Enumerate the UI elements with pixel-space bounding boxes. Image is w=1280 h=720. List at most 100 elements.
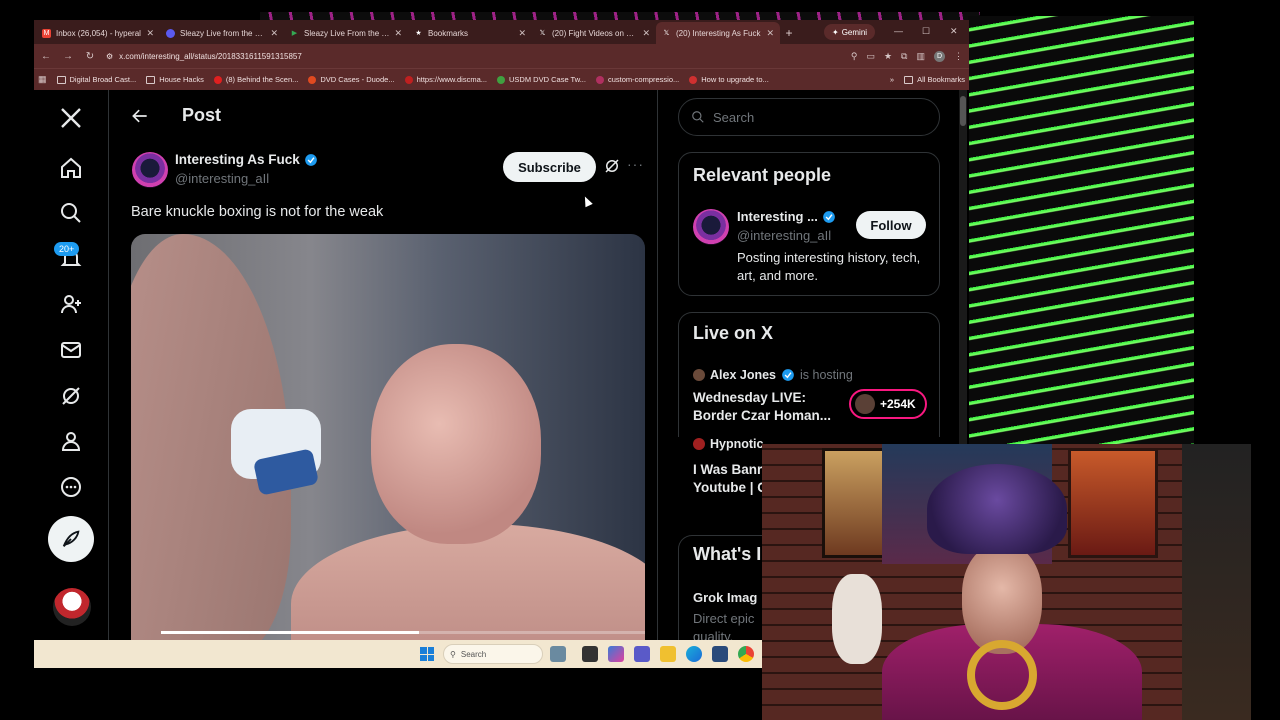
post-video[interactable]: [131, 234, 645, 640]
copilot-icon[interactable]: [608, 646, 624, 662]
widgets-icon[interactable]: [550, 646, 566, 662]
browser-tab[interactable]: Sleazy Live from the Bun ✕: [160, 22, 284, 44]
account-avatar[interactable]: [53, 588, 91, 626]
task-view-icon[interactable]: [582, 646, 598, 662]
more-bookmarks-button[interactable]: »: [890, 75, 894, 84]
explore-search-icon[interactable]: [53, 195, 89, 231]
host-status: is hosting: [800, 368, 853, 382]
gemini-button[interactable]: ✦ Gemini: [824, 24, 876, 40]
x-logo-icon[interactable]: [53, 100, 89, 136]
sidebar-icon[interactable]: ▥: [916, 51, 925, 62]
more-options-icon[interactable]: [53, 469, 89, 505]
left-nav: 20+: [34, 90, 109, 640]
video-progress-bar[interactable]: [161, 631, 645, 634]
sparkle-icon: ✦: [832, 27, 839, 37]
close-tab-icon[interactable]: ✕: [642, 28, 650, 39]
windows-start-icon[interactable]: [420, 647, 434, 661]
close-tab-icon[interactable]: ✕: [394, 28, 402, 39]
listener-avatar: [855, 394, 875, 414]
bookmark-item[interactable]: USDM DVD Case Tw...: [497, 75, 586, 84]
relevant-name[interactable]: Interesting ...: [737, 209, 836, 224]
author-avatar[interactable]: [132, 152, 168, 188]
taskbar-search[interactable]: ⚲ Search: [443, 644, 543, 664]
teams-icon[interactable]: [634, 646, 650, 662]
live-space-host[interactable]: Alex Jones is hosting: [693, 368, 853, 382]
reload-icon[interactable]: ↻: [84, 51, 96, 62]
notifications-badge: 20+: [54, 242, 80, 256]
folder-icon: [146, 75, 156, 84]
live-space-host[interactable]: Hypnotic: [693, 437, 763, 451]
tab-strip: M Inbox (26,054) - hyperal ✕ Sleazy Live…: [34, 20, 969, 44]
browser-tab[interactable]: ▶ Sleazy Live From the Bun ✕: [284, 22, 408, 44]
relevant-people-title: Relevant people: [693, 165, 832, 185]
site-icon: [404, 75, 413, 84]
tab-label: Sleazy Live From the Bun: [304, 28, 390, 38]
chrome-icon[interactable]: [738, 646, 754, 662]
bookmark-item[interactable]: Digital Broad Cast...: [56, 75, 136, 84]
bookmark-label: USDM DVD Case Tw...: [509, 75, 586, 84]
profile-avatar[interactable]: D: [934, 50, 945, 62]
forward-icon[interactable]: →: [62, 51, 74, 62]
grok-icon[interactable]: [53, 378, 89, 414]
home-icon[interactable]: [53, 150, 89, 186]
tab-label: Bookmarks: [428, 28, 469, 38]
relevant-handle[interactable]: @interesting_aIl: [737, 228, 831, 243]
menu-icon[interactable]: ⋮: [954, 51, 963, 62]
relevant-avatar[interactable]: [693, 209, 729, 245]
messages-mail-icon[interactable]: [53, 332, 89, 368]
bookmark-label: custom-compressio...: [607, 75, 680, 84]
bookmark-item[interactable]: (8) Behind the Scen...: [213, 75, 298, 84]
close-tab-icon[interactable]: ✕: [766, 28, 774, 39]
profile-icon[interactable]: [53, 423, 89, 459]
grok-explain-icon[interactable]: [603, 157, 621, 175]
follow-button[interactable]: Follow: [856, 211, 926, 239]
trend-title[interactable]: Grok Imag: [693, 590, 757, 605]
address-bar[interactable]: ⚙ x.com/interesting_all/status/201833161…: [106, 47, 766, 65]
back-arrow-icon[interactable]: [130, 106, 150, 126]
host-name: Hypnotic: [710, 437, 764, 451]
bookmark-item[interactable]: How to upgrade to...: [689, 75, 769, 84]
author-name[interactable]: Interesting As Fuck: [175, 152, 318, 167]
browser-tab[interactable]: M Inbox (26,054) - hyperal ✕: [36, 22, 160, 44]
close-tab-icon[interactable]: ✕: [270, 28, 278, 39]
host-name: Alex Jones: [710, 368, 777, 382]
browser-tab[interactable]: 𝕏 (20) Fight Videos on X: " ✕: [532, 22, 656, 44]
subscribe-button[interactable]: Subscribe: [503, 152, 596, 182]
store-icon[interactable]: [712, 646, 728, 662]
bookmark-item[interactable]: https://www.discma...: [404, 75, 488, 84]
cast-icon[interactable]: ▭: [866, 51, 875, 62]
maximize-icon[interactable]: ☐: [922, 26, 930, 37]
bookmark-item[interactable]: DVD Cases - Duode...: [308, 75, 395, 84]
bookmark-item[interactable]: custom-compressio...: [595, 75, 680, 84]
compose-post-button[interactable]: [48, 516, 94, 562]
wall-mask: [832, 574, 882, 664]
file-explorer-icon[interactable]: [660, 646, 676, 662]
bookmark-star-icon[interactable]: ★: [884, 51, 892, 62]
author-handle[interactable]: @interesting_aIl: [175, 171, 269, 186]
back-icon[interactable]: ←: [40, 51, 52, 62]
apps-grid-icon[interactable]: ▦: [38, 74, 47, 85]
search-input[interactable]: Search: [678, 98, 940, 136]
bookmark-label: House Hacks: [159, 75, 204, 84]
zoom-icon[interactable]: ⚲: [851, 51, 858, 62]
site-info-icon[interactable]: ⚙: [106, 52, 113, 61]
follow-people-icon[interactable]: [53, 286, 89, 322]
close-window-icon[interactable]: ✕: [950, 26, 958, 37]
scrollbar-thumb[interactable]: [960, 96, 966, 126]
browser-toolbar: ← → ↻ ⚙ x.com/interesting_all/status/201…: [34, 44, 969, 68]
close-tab-icon[interactable]: ✕: [146, 28, 154, 39]
all-bookmarks-button[interactable]: All Bookmarks: [904, 75, 965, 84]
minimize-icon[interactable]: —: [894, 26, 903, 36]
whats-happening-title: What's I: [693, 544, 762, 564]
browser-tab-active[interactable]: 𝕏 (20) Interesting As Fuck ✕: [656, 22, 780, 44]
extensions-icon[interactable]: ⧉: [901, 51, 907, 62]
browser-tab[interactable]: ★ Bookmarks ✕: [408, 22, 532, 44]
bookmark-label: https://www.discma...: [416, 75, 488, 84]
live-space-topic[interactable]: Wednesday LIVE: Border Czar Homan...: [693, 389, 843, 425]
bookmark-item[interactable]: House Hacks: [146, 75, 204, 84]
listeners-pill[interactable]: +254K: [849, 389, 927, 419]
edge-icon[interactable]: [686, 646, 702, 662]
new-tab-button[interactable]: +: [780, 22, 798, 44]
close-tab-icon[interactable]: ✕: [518, 28, 526, 39]
more-menu-icon[interactable]: ···: [627, 156, 644, 172]
